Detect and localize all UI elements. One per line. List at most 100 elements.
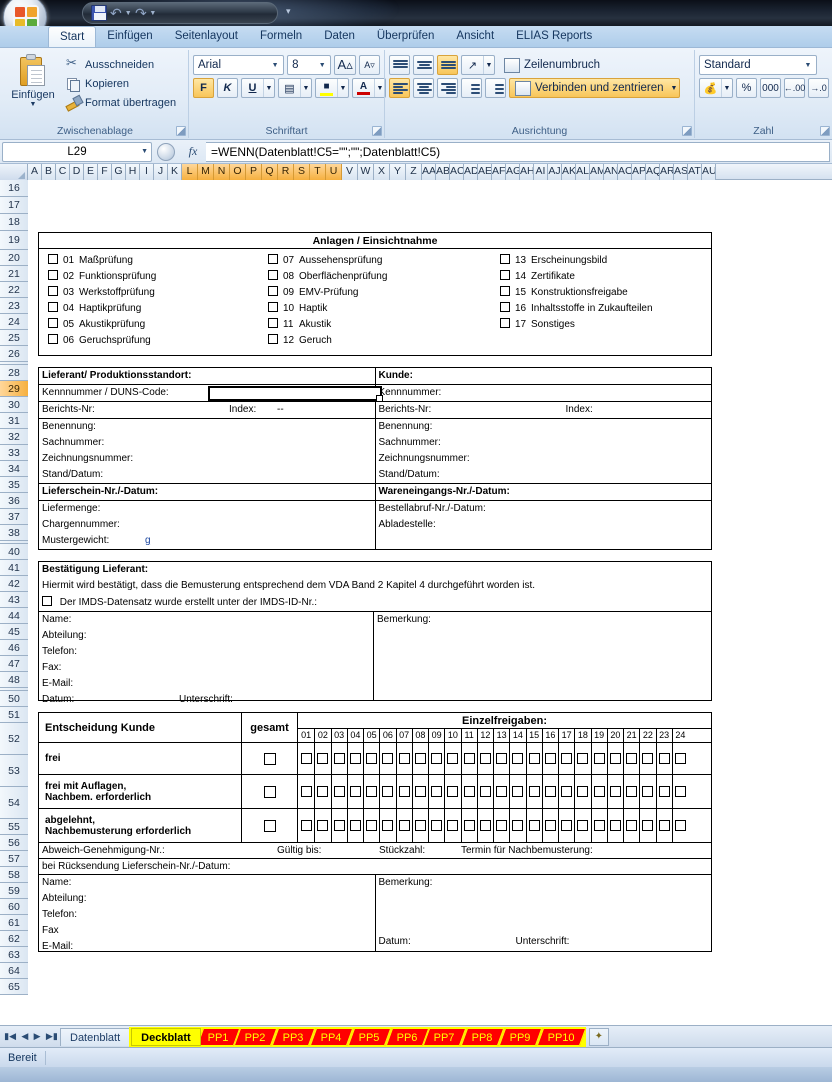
column-header-ai[interactable]: AI [534, 164, 548, 180]
borders-split-button[interactable]: ▤ ▼ [278, 78, 312, 98]
release-checkbox-10[interactable] [447, 820, 459, 831]
row-header-23[interactable]: 23 [0, 298, 28, 314]
sheet-tab-pp2[interactable]: PP2 [234, 1027, 278, 1046]
row-header-38[interactable]: 38 [0, 525, 28, 541]
align-top-button[interactable] [389, 55, 410, 75]
column-header-am[interactable]: AM [590, 164, 604, 180]
release-checkbox-19[interactable] [593, 786, 605, 797]
release-checkbox-18[interactable] [577, 786, 589, 797]
office-button[interactable] [3, 0, 47, 26]
release-checkbox-08[interactable] [414, 753, 426, 764]
tab-daten[interactable]: Daten [313, 26, 366, 47]
tab-seitenlayout[interactable]: Seitenlayout [164, 26, 249, 47]
release-checkbox-21[interactable] [626, 786, 638, 797]
format-painter-button[interactable]: Format übertragen [63, 93, 179, 112]
column-header-p[interactable]: P [246, 164, 262, 180]
sheet-tab-pp5[interactable]: PP5 [347, 1027, 391, 1046]
font-color-split-button[interactable]: A ▼ [352, 78, 386, 98]
release-cell-18[interactable] [574, 809, 590, 842]
column-header-g[interactable]: G [112, 164, 126, 180]
attachment-checkbox-06[interactable] [48, 334, 58, 344]
row-header-32[interactable]: 32 [0, 429, 28, 445]
row-header-59[interactable]: 59 [0, 883, 28, 899]
column-header-ar[interactable]: AR [660, 164, 674, 180]
active-cell-selection[interactable] [208, 386, 383, 402]
column-header-z[interactable]: Z [406, 164, 422, 180]
attachment-checkbox-05[interactable] [48, 318, 58, 328]
release-cell-04[interactable] [346, 775, 363, 808]
release-checkbox-07[interactable] [398, 753, 410, 764]
release-cell-08[interactable] [411, 809, 428, 842]
align-middle-button[interactable] [413, 55, 434, 75]
row-header-26[interactable]: 26 [0, 346, 28, 362]
release-cell-17[interactable] [558, 809, 574, 842]
tab-einfuegen[interactable]: Einfügen [96, 26, 163, 47]
font-name-combo[interactable]: Arial ▼ [193, 55, 285, 75]
undo-icon[interactable]: ↶ [110, 6, 122, 20]
release-checkbox-08[interactable] [414, 786, 426, 797]
align-bottom-button[interactable] [437, 55, 458, 75]
release-checkbox-15[interactable] [528, 753, 540, 764]
redo-icon[interactable]: ↶ [135, 5, 147, 21]
chevron-down-icon[interactable]: ▼ [802, 62, 814, 69]
row-header-44[interactable]: 44 [0, 608, 28, 624]
row-header-48[interactable]: 48 [0, 672, 28, 688]
column-header-j[interactable]: J [154, 164, 168, 180]
release-cell-15[interactable] [525, 809, 542, 842]
attachment-checkbox-04[interactable] [48, 302, 58, 312]
column-header-x[interactable]: X [374, 164, 390, 180]
column-header-ad[interactable]: AD [464, 164, 478, 180]
column-header-au[interactable]: AU [702, 164, 716, 180]
sheet-tab-deckblatt[interactable]: Deckblatt [131, 1027, 201, 1046]
release-cell-19[interactable] [590, 809, 607, 842]
release-checkbox-02[interactable] [317, 753, 329, 764]
clipboard-dialog-launcher[interactable] [176, 126, 186, 136]
release-checkbox-06[interactable] [382, 753, 394, 764]
release-cell-14[interactable] [509, 809, 525, 842]
row-header-41[interactable]: 41 [0, 560, 28, 576]
release-cell-22[interactable] [639, 809, 655, 842]
underline-split-button[interactable]: U ▼ [241, 78, 275, 98]
chevron-down-icon[interactable]: ▼ [483, 56, 494, 74]
chevron-down-icon[interactable]: ▼ [337, 79, 348, 97]
column-header-af[interactable]: AF [492, 164, 506, 180]
alignment-dialog-launcher[interactable] [682, 126, 692, 136]
attachment-checkbox-15[interactable] [500, 286, 510, 296]
release-cell-11[interactable] [460, 775, 477, 808]
release-cell-09[interactable] [428, 743, 444, 774]
release-checkbox-18[interactable] [577, 820, 589, 831]
release-cell-07[interactable] [395, 743, 412, 774]
release-cell-02[interactable] [314, 775, 330, 808]
tab-ueberpruefen[interactable]: Überprüfen [366, 26, 446, 47]
release-cell-24[interactable] [671, 809, 688, 842]
column-header-ak[interactable]: AK [562, 164, 576, 180]
sheet-tab-pp6[interactable]: PP6 [385, 1027, 429, 1046]
row-header-25[interactable]: 25 [0, 330, 28, 346]
attachment-checkbox-01[interactable] [48, 254, 58, 264]
insert-worksheet-icon[interactable]: ✦ [588, 1027, 609, 1046]
release-checkbox-23[interactable] [658, 786, 670, 797]
attachment-checkbox-10[interactable] [268, 302, 278, 312]
row-header-45[interactable]: 45 [0, 624, 28, 640]
release-cell-16[interactable] [541, 743, 558, 774]
merge-and-center-button[interactable]: Verbinden und zentrieren ▼ [509, 78, 681, 98]
release-cell-16[interactable] [541, 809, 558, 842]
release-checkbox-13[interactable] [496, 786, 508, 797]
align-center-button[interactable] [413, 78, 434, 98]
release-cell-19[interactable] [590, 743, 607, 774]
column-header-n[interactable]: N [214, 164, 230, 180]
release-checkbox-15[interactable] [528, 820, 540, 831]
column-header-c[interactable]: C [56, 164, 70, 180]
increase-indent-button[interactable] [485, 78, 506, 98]
row-header-61[interactable]: 61 [0, 915, 28, 931]
row-header-58[interactable]: 58 [0, 867, 28, 883]
release-checkbox-14[interactable] [512, 820, 524, 831]
release-cell-04[interactable] [346, 809, 363, 842]
row-header-62[interactable]: 62 [0, 931, 28, 947]
release-checkbox-10[interactable] [447, 753, 459, 764]
release-cell-10[interactable] [444, 809, 460, 842]
release-cell-08[interactable] [411, 775, 428, 808]
currency-split-button[interactable]: 💰 ▼ [699, 78, 733, 98]
attachment-checkbox-02[interactable] [48, 270, 58, 280]
paste-button[interactable]: Einfügen ▼ [6, 52, 60, 108]
